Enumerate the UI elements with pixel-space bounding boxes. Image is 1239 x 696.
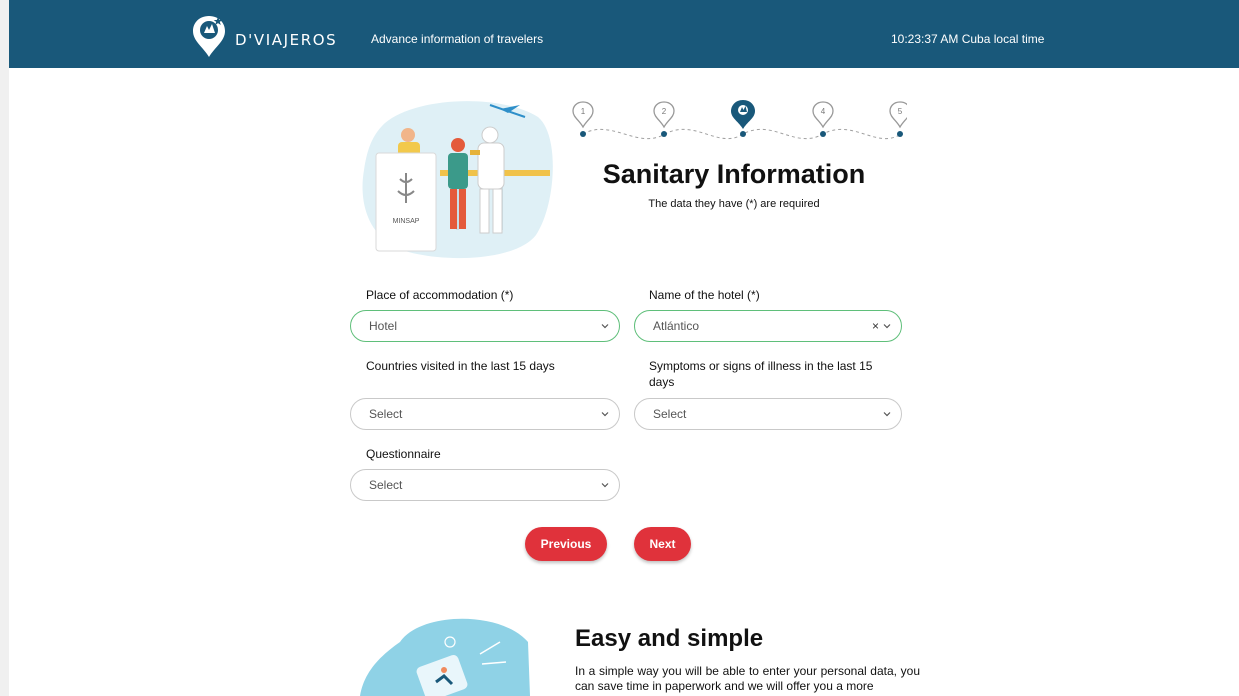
symptoms-value: Select (653, 407, 687, 421)
chevron-down-icon (601, 483, 609, 488)
chevron-down-icon (601, 412, 609, 417)
logo-icon[interactable] (191, 14, 227, 58)
required-fields-note: The data they have (*) are required (648, 198, 820, 210)
step-2-label: 2 (662, 107, 667, 116)
chevron-down-icon (883, 324, 891, 329)
step-1-label: 1 (581, 107, 586, 116)
questionnaire-label: Questionnaire (366, 447, 441, 461)
countries-visited-value: Select (369, 407, 403, 421)
step-progress-tracker: 1 2 3 4 5 (572, 100, 907, 140)
phone-app-illustration (360, 618, 530, 696)
step-3-label: 3 (741, 107, 746, 116)
promo-title: Easy and simple (575, 625, 764, 652)
symptoms-label: Symptoms or signs of illness in the last… (649, 359, 873, 389)
local-time-clock: 10:23:37 AM Cuba local time (891, 32, 1045, 46)
chevron-down-icon (883, 412, 891, 417)
hotel-name-value: Atlántico (653, 319, 700, 333)
minsap-sign-text: MINSAP (393, 218, 420, 225)
brand-name: D'VIAJEROS (235, 31, 338, 49)
step-5-marker[interactable]: 5 (889, 101, 907, 137)
page: D'VIAJEROS Advance information of travel… (9, 0, 1239, 696)
next-button[interactable]: Next (634, 527, 691, 561)
hotel-name-label: Name of the hotel (*) (649, 288, 760, 302)
page-title: Sanitary Information (602, 159, 866, 189)
sanitary-control-illustration: MINSAP (362, 101, 553, 259)
questionnaire-value: Select (369, 478, 403, 492)
hotel-name-select[interactable]: Atlántico × (634, 310, 902, 342)
countries-visited-select[interactable]: Select (350, 398, 620, 430)
step-5-label: 5 (898, 107, 903, 116)
accommodation-select[interactable]: Hotel (350, 310, 620, 342)
previous-button[interactable]: Previous (525, 527, 607, 561)
questionnaire-select[interactable]: Select (350, 469, 620, 501)
tagline: Advance information of travelers (371, 32, 544, 46)
symptoms-select[interactable]: Select (634, 398, 902, 430)
step-4-marker[interactable]: 4 (812, 101, 834, 137)
chevron-down-icon (601, 324, 609, 329)
promo-text: In a simple way you will be able to ente… (575, 664, 920, 693)
step-3-marker[interactable]: 3 (731, 100, 755, 137)
top-bar: D'VIAJEROS Advance information of travel… (9, 0, 1239, 68)
countries-visited-label: Countries visited in the last 15 days (366, 359, 555, 373)
step-1-marker[interactable]: 1 (572, 101, 594, 137)
accommodation-label: Place of accommodation (*) (366, 288, 514, 302)
accommodation-value: Hotel (369, 319, 398, 333)
step-4-label: 4 (821, 107, 826, 116)
clear-icon[interactable]: × (872, 319, 879, 333)
